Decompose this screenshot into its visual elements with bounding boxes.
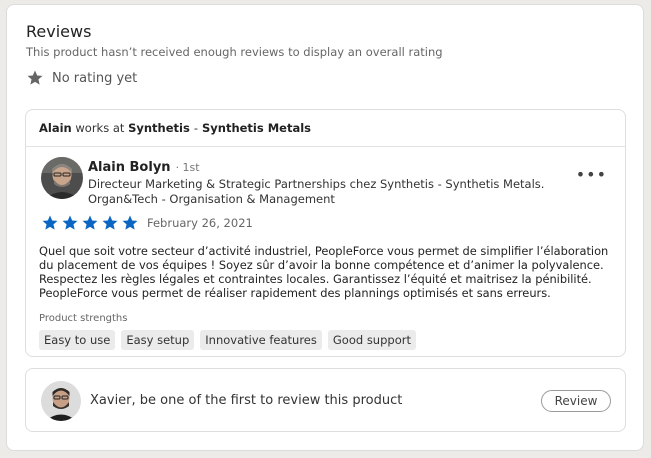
star-icon — [42, 215, 58, 230]
review-button[interactable]: Review — [541, 390, 611, 412]
user-avatar — [41, 381, 81, 421]
strength-tag: Easy setup — [121, 330, 195, 350]
reviews-title: Reviews — [26, 22, 92, 41]
reviewer-name-line: Alain Bolyn · 1st — [88, 160, 200, 175]
connection-name[interactable]: Alain — [39, 121, 72, 135]
reviews-card: Reviews This product hasn’t received eno… — [6, 4, 644, 451]
company-full-link[interactable]: Synthetis Metals — [202, 121, 311, 135]
more-options-button[interactable]: ••• — [576, 165, 607, 184]
write-review-card: Xavier, be one of the first to review th… — [25, 368, 626, 432]
star-icon — [102, 215, 118, 230]
review-rating: February 26, 2021 — [41, 214, 253, 232]
reviewer-headline: Directeur Marketing & Strategic Partners… — [88, 177, 545, 206]
works-at-separator: - — [193, 121, 198, 135]
works-at-label: works at — [75, 121, 125, 135]
reviewer-name[interactable]: Alain Bolyn — [88, 160, 171, 175]
more-horizontal-icon: ••• — [575, 165, 607, 184]
works-at-bar: Alain works at Synthetis - Synthetis Metal… — [26, 110, 625, 147]
review-card: Alain works at Synthetis - Synthetis Metal… — [25, 109, 626, 357]
strengths-tags: Easy to use Easy setup Innovative featur… — [39, 330, 416, 350]
strengths-label: Product strengths — [39, 313, 128, 324]
cta-text: Xavier, be one of the first to review th… — [90, 393, 403, 408]
strength-tag: Easy to use — [39, 330, 116, 350]
star-icon — [82, 215, 98, 230]
star-icon — [27, 70, 43, 85]
review-text: Quel que soit votre secteur d’activité i… — [39, 244, 609, 300]
company-link[interactable]: Synthetis — [128, 121, 190, 135]
rating-text: No rating yet — [52, 70, 138, 86]
strength-tag: Good support — [327, 330, 416, 350]
overall-rating: No rating yet — [26, 69, 137, 87]
strength-tag: Innovative features — [200, 330, 322, 350]
star-icon — [62, 215, 78, 230]
connection-degree: · 1st — [175, 161, 200, 174]
review-date: February 26, 2021 — [147, 216, 253, 230]
reviews-subtitle: This product hasn’t received enough revi… — [26, 45, 443, 59]
star-icon — [122, 215, 138, 230]
reviewer-avatar[interactable] — [41, 157, 83, 199]
